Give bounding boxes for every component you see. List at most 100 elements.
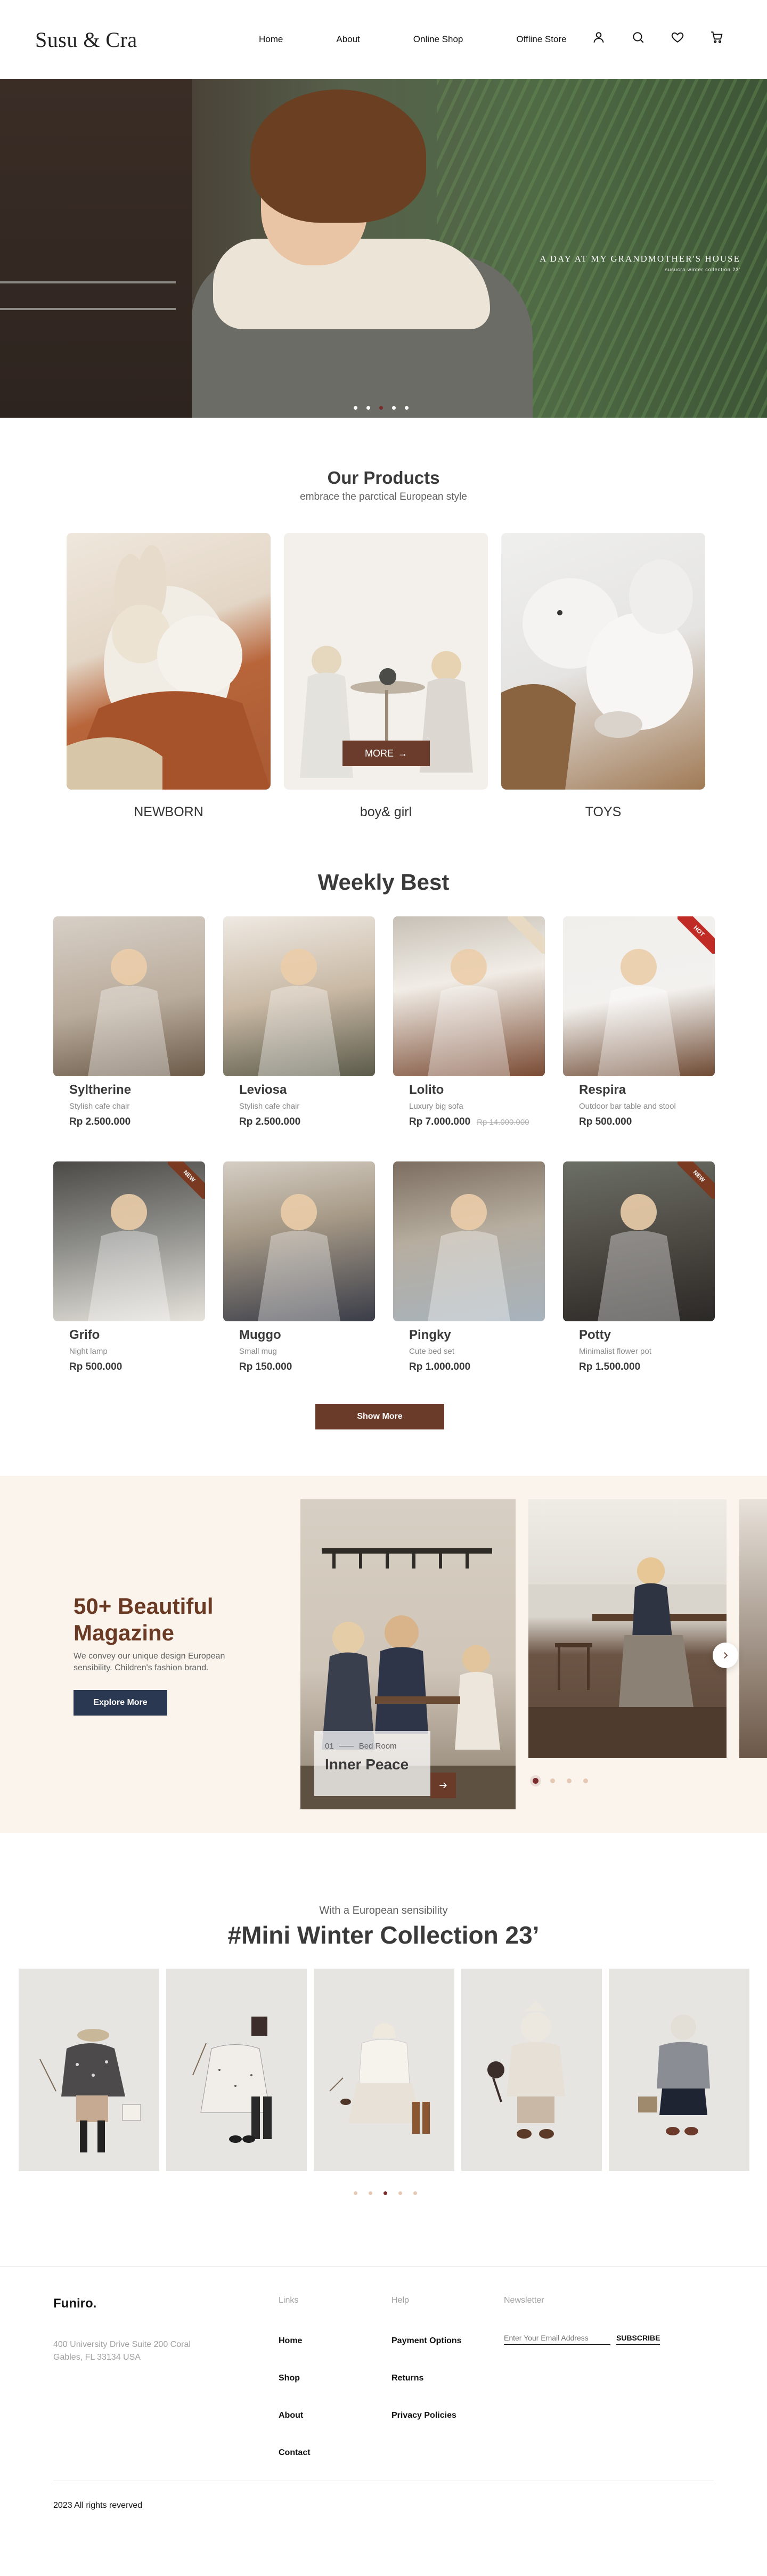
product-card[interactable]: Pingky Cute bed set Rp 1.000.000 (393, 1161, 545, 1373)
product-price: Rp 500.000 (69, 1361, 123, 1372)
footer-link-privacy-policies[interactable]: Privacy Policies (391, 2411, 456, 2420)
pagination-dot[interactable] (413, 2191, 417, 2195)
product-old-price: Rp 14.000.000 (477, 1118, 529, 1127)
heart-icon[interactable] (670, 30, 685, 45)
page: Susu & Cra Home About Online Shop Offlin… (0, 0, 767, 2576)
pagination-dot[interactable] (354, 406, 357, 410)
nav-link-offline-store[interactable]: Offline Store (516, 34, 566, 45)
product-badge: NEW (168, 1161, 205, 1199)
product-card-image[interactable] (223, 1161, 375, 1321)
product-name[interactable]: Respira (579, 1083, 715, 1098)
product-name[interactable]: Potty (579, 1328, 715, 1343)
magazine-card-secondary[interactable] (528, 1499, 727, 1758)
product-card-image[interactable] (223, 916, 375, 1076)
product-card[interactable]: HOT Respira Outdoor bar table and stool Rp … (563, 916, 715, 1128)
product-card-image[interactable] (393, 916, 545, 1076)
product-card-image[interactable] (393, 1161, 545, 1321)
magazine-section: 50+ Beautiful Magazine We convey our uni… (0, 1476, 767, 1833)
nav-icons (591, 30, 724, 45)
hero-caption-subtitle: susucra winter collection 23' (665, 267, 740, 272)
nav-link-about[interactable]: About (336, 34, 360, 45)
product-category-label[interactable]: TOYS (501, 805, 705, 820)
arrow-right-icon (439, 1782, 447, 1789)
collection-item[interactable] (19, 1969, 159, 2171)
footer-link-home[interactable]: Home (279, 2336, 302, 2346)
product-name[interactable]: Lolito (409, 1083, 545, 1098)
collection-item[interactable] (461, 1969, 602, 2171)
subscribe-button[interactable]: SUBSCRIBE (616, 2333, 660, 2345)
products-title: Our Products (327, 468, 440, 487)
product-card[interactable]: Leviosa Stylish cafe chair Rp 2.500.000 (223, 916, 375, 1128)
show-more-button[interactable]: Show More (315, 1404, 444, 1429)
pagination-dot[interactable] (567, 1778, 572, 1783)
product-card[interactable]: Muggo Small mug Rp 150.000 (223, 1161, 375, 1373)
collection-item[interactable] (609, 1969, 749, 2171)
product-category-label[interactable]: NEWBORN (67, 805, 271, 820)
search-icon[interactable] (631, 30, 646, 45)
pagination-dot[interactable] (550, 1778, 555, 1783)
collection-item[interactable] (314, 1969, 454, 2171)
product-name[interactable]: Leviosa (239, 1083, 375, 1098)
hero-pagination (354, 406, 409, 410)
footer-link-payment-options[interactable]: Payment Options (391, 2336, 462, 2346)
product-card-image[interactable]: NEW (563, 1161, 715, 1321)
more-button[interactable]: MORE → (342, 741, 430, 766)
product-description: Night lamp (69, 1347, 108, 1356)
product-card[interactable]: NEW Potty Minimalist flower pot Rp 1.500.00… (563, 1161, 715, 1373)
pagination-dot[interactable] (405, 406, 409, 410)
magazine-card-open-button[interactable] (430, 1773, 456, 1798)
newsletter-email-input[interactable] (504, 2333, 610, 2345)
pagination-dot[interactable] (398, 2191, 402, 2195)
magazine-card-main[interactable]: 01 Bed Room Inner Peace (300, 1499, 516, 1809)
product-card[interactable]: Syltherine Stylish cafe chair Rp 2.500.000 (53, 916, 205, 1128)
product-card-image[interactable] (53, 916, 205, 1076)
footer-logo[interactable]: Funiro. (53, 2296, 96, 2311)
hero-rail-decor (0, 281, 176, 283)
magazine-pagination (533, 1778, 588, 1784)
footer-link-about[interactable]: About (279, 2411, 303, 2420)
pagination-dot[interactable] (379, 406, 383, 410)
pagination-dot[interactable] (392, 406, 396, 410)
product-category-boy-girl-image[interactable]: MORE → (284, 533, 488, 790)
product-description: Stylish cafe chair (69, 1102, 130, 1111)
magazine-card-peek[interactable] (739, 1499, 767, 1758)
pagination-dot[interactable] (369, 2191, 372, 2195)
hero-rail-decor (0, 308, 176, 310)
explore-more-button[interactable]: Explore More (74, 1690, 167, 1716)
nav-link-online-shop[interactable]: Online Shop (413, 34, 463, 45)
product-card[interactable]: NEW Grifo Night lamp Rp 500.000 (53, 1161, 205, 1373)
hero-caption: A DAY AT MY GRANDMOTHER'S HOUSE susucra … (540, 254, 740, 272)
product-name[interactable]: Pingky (409, 1328, 545, 1343)
product-card[interactable]: Lolito Luxury big sofa Rp 7.000.000 Rp 14.0… (393, 916, 545, 1128)
product-category-newborn-image[interactable] (67, 533, 271, 790)
product-name[interactable]: Syltherine (69, 1083, 205, 1098)
site-footer: Funiro. 400 University Drive Suite 200 C… (0, 2266, 767, 2576)
cart-icon[interactable] (709, 30, 724, 45)
pagination-dot[interactable] (354, 2191, 357, 2195)
product-price: Rp 7.000.000 Rp 14.000.000 (409, 1116, 529, 1127)
products-subtitle: embrace the parctical European style (300, 491, 467, 502)
product-category-toys-image[interactable] (501, 533, 705, 790)
collection-item[interactable] (166, 1969, 307, 2171)
product-price: Rp 500.000 (579, 1116, 632, 1127)
magazine-secondary-illustration (528, 1557, 727, 1758)
magazine-card-info: 01 Bed Room Inner Peace (314, 1731, 430, 1796)
pagination-dot[interactable] (533, 1778, 538, 1784)
footer-link-contact[interactable]: Contact (279, 2448, 311, 2458)
product-name[interactable]: Muggo (239, 1328, 375, 1343)
product-price: Rp 2.500.000 (239, 1116, 301, 1127)
newborn-illustration (67, 545, 271, 790)
user-icon[interactable] (591, 30, 606, 45)
footer-link-shop[interactable]: Shop (279, 2374, 300, 2383)
pagination-dot[interactable] (366, 406, 370, 410)
product-name[interactable]: Grifo (69, 1328, 205, 1343)
site-logo[interactable]: Susu & Cra (35, 27, 259, 52)
nav-link-home[interactable]: Home (259, 34, 283, 45)
pagination-dot[interactable] (583, 1778, 588, 1783)
product-category-label[interactable]: boy& girl (284, 805, 488, 820)
product-card-image[interactable]: NEW (53, 1161, 205, 1321)
product-card-image[interactable]: HOT (563, 916, 715, 1076)
pagination-dot[interactable] (384, 2191, 387, 2195)
magazine-next-button[interactable] (713, 1643, 738, 1668)
footer-link-returns[interactable]: Returns (391, 2374, 423, 2383)
